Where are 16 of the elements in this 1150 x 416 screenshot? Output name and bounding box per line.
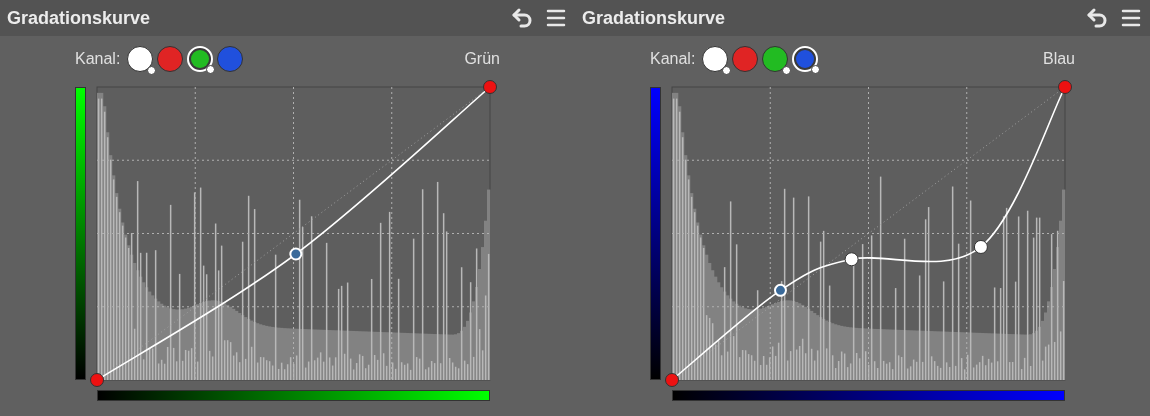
endpoint-handle[interactable] bbox=[1058, 80, 1072, 94]
panel-title: Gradationskurve bbox=[7, 6, 151, 30]
endpoint-handle[interactable] bbox=[665, 373, 679, 387]
channel-name: Grün bbox=[464, 49, 500, 69]
channel-label: Kanal: bbox=[75, 49, 121, 69]
endpoint-handle[interactable] bbox=[90, 373, 104, 387]
panel-title: Gradationskurve bbox=[582, 6, 726, 30]
undo-button[interactable] bbox=[510, 6, 534, 30]
channel-name: Blau bbox=[1042, 49, 1075, 69]
endpoint-handle[interactable] bbox=[483, 80, 497, 94]
control-point[interactable] bbox=[844, 252, 859, 267]
channel-button[interactable] bbox=[127, 46, 154, 72]
channel-label: Kanal: bbox=[650, 49, 696, 69]
undo-button[interactable] bbox=[1085, 6, 1109, 30]
channel-button[interactable] bbox=[702, 46, 729, 72]
channel-button[interactable] bbox=[762, 46, 789, 72]
